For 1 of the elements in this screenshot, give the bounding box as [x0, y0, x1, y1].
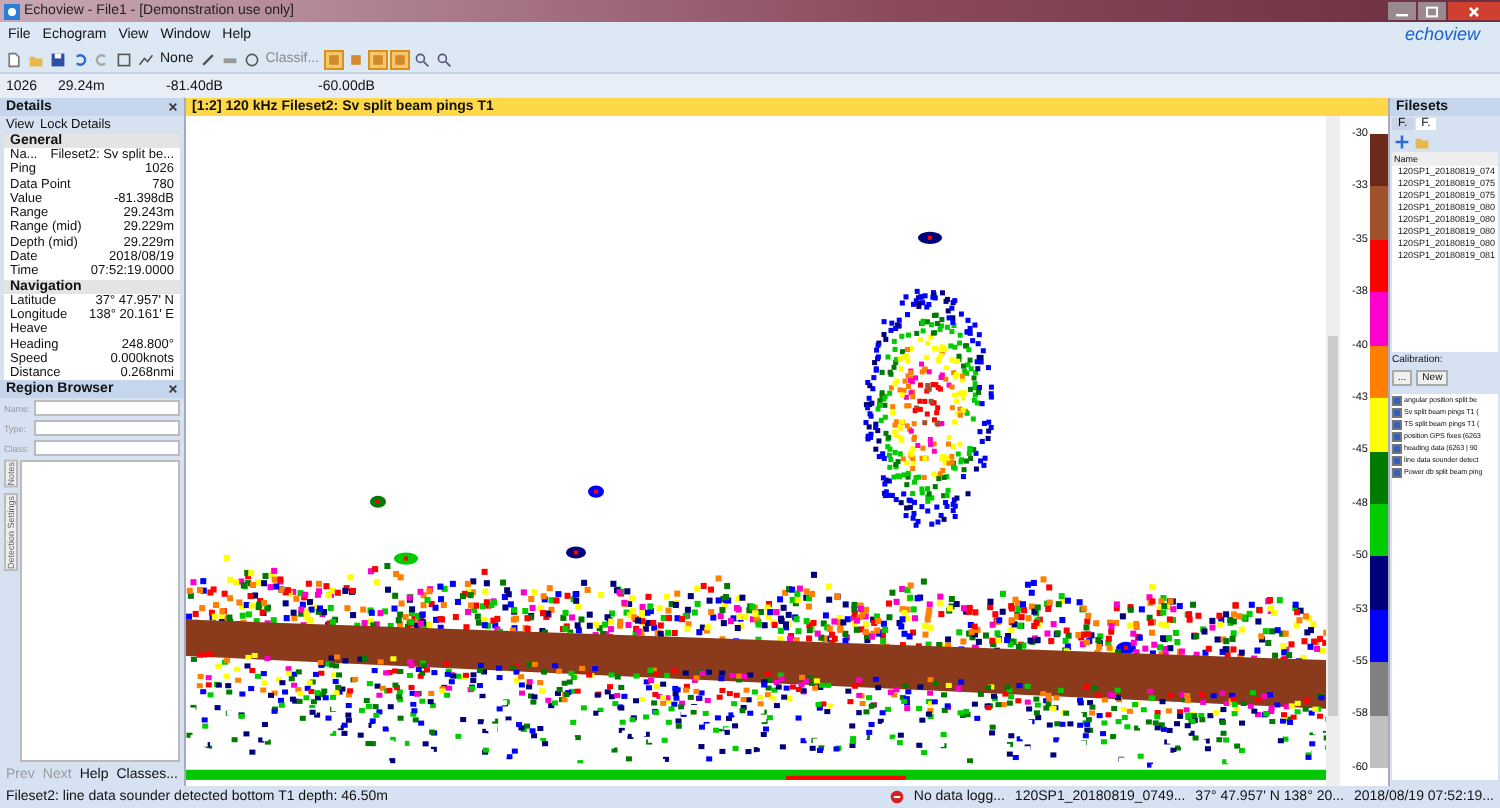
echoview-logo: echoview — [1404, 24, 1480, 44]
